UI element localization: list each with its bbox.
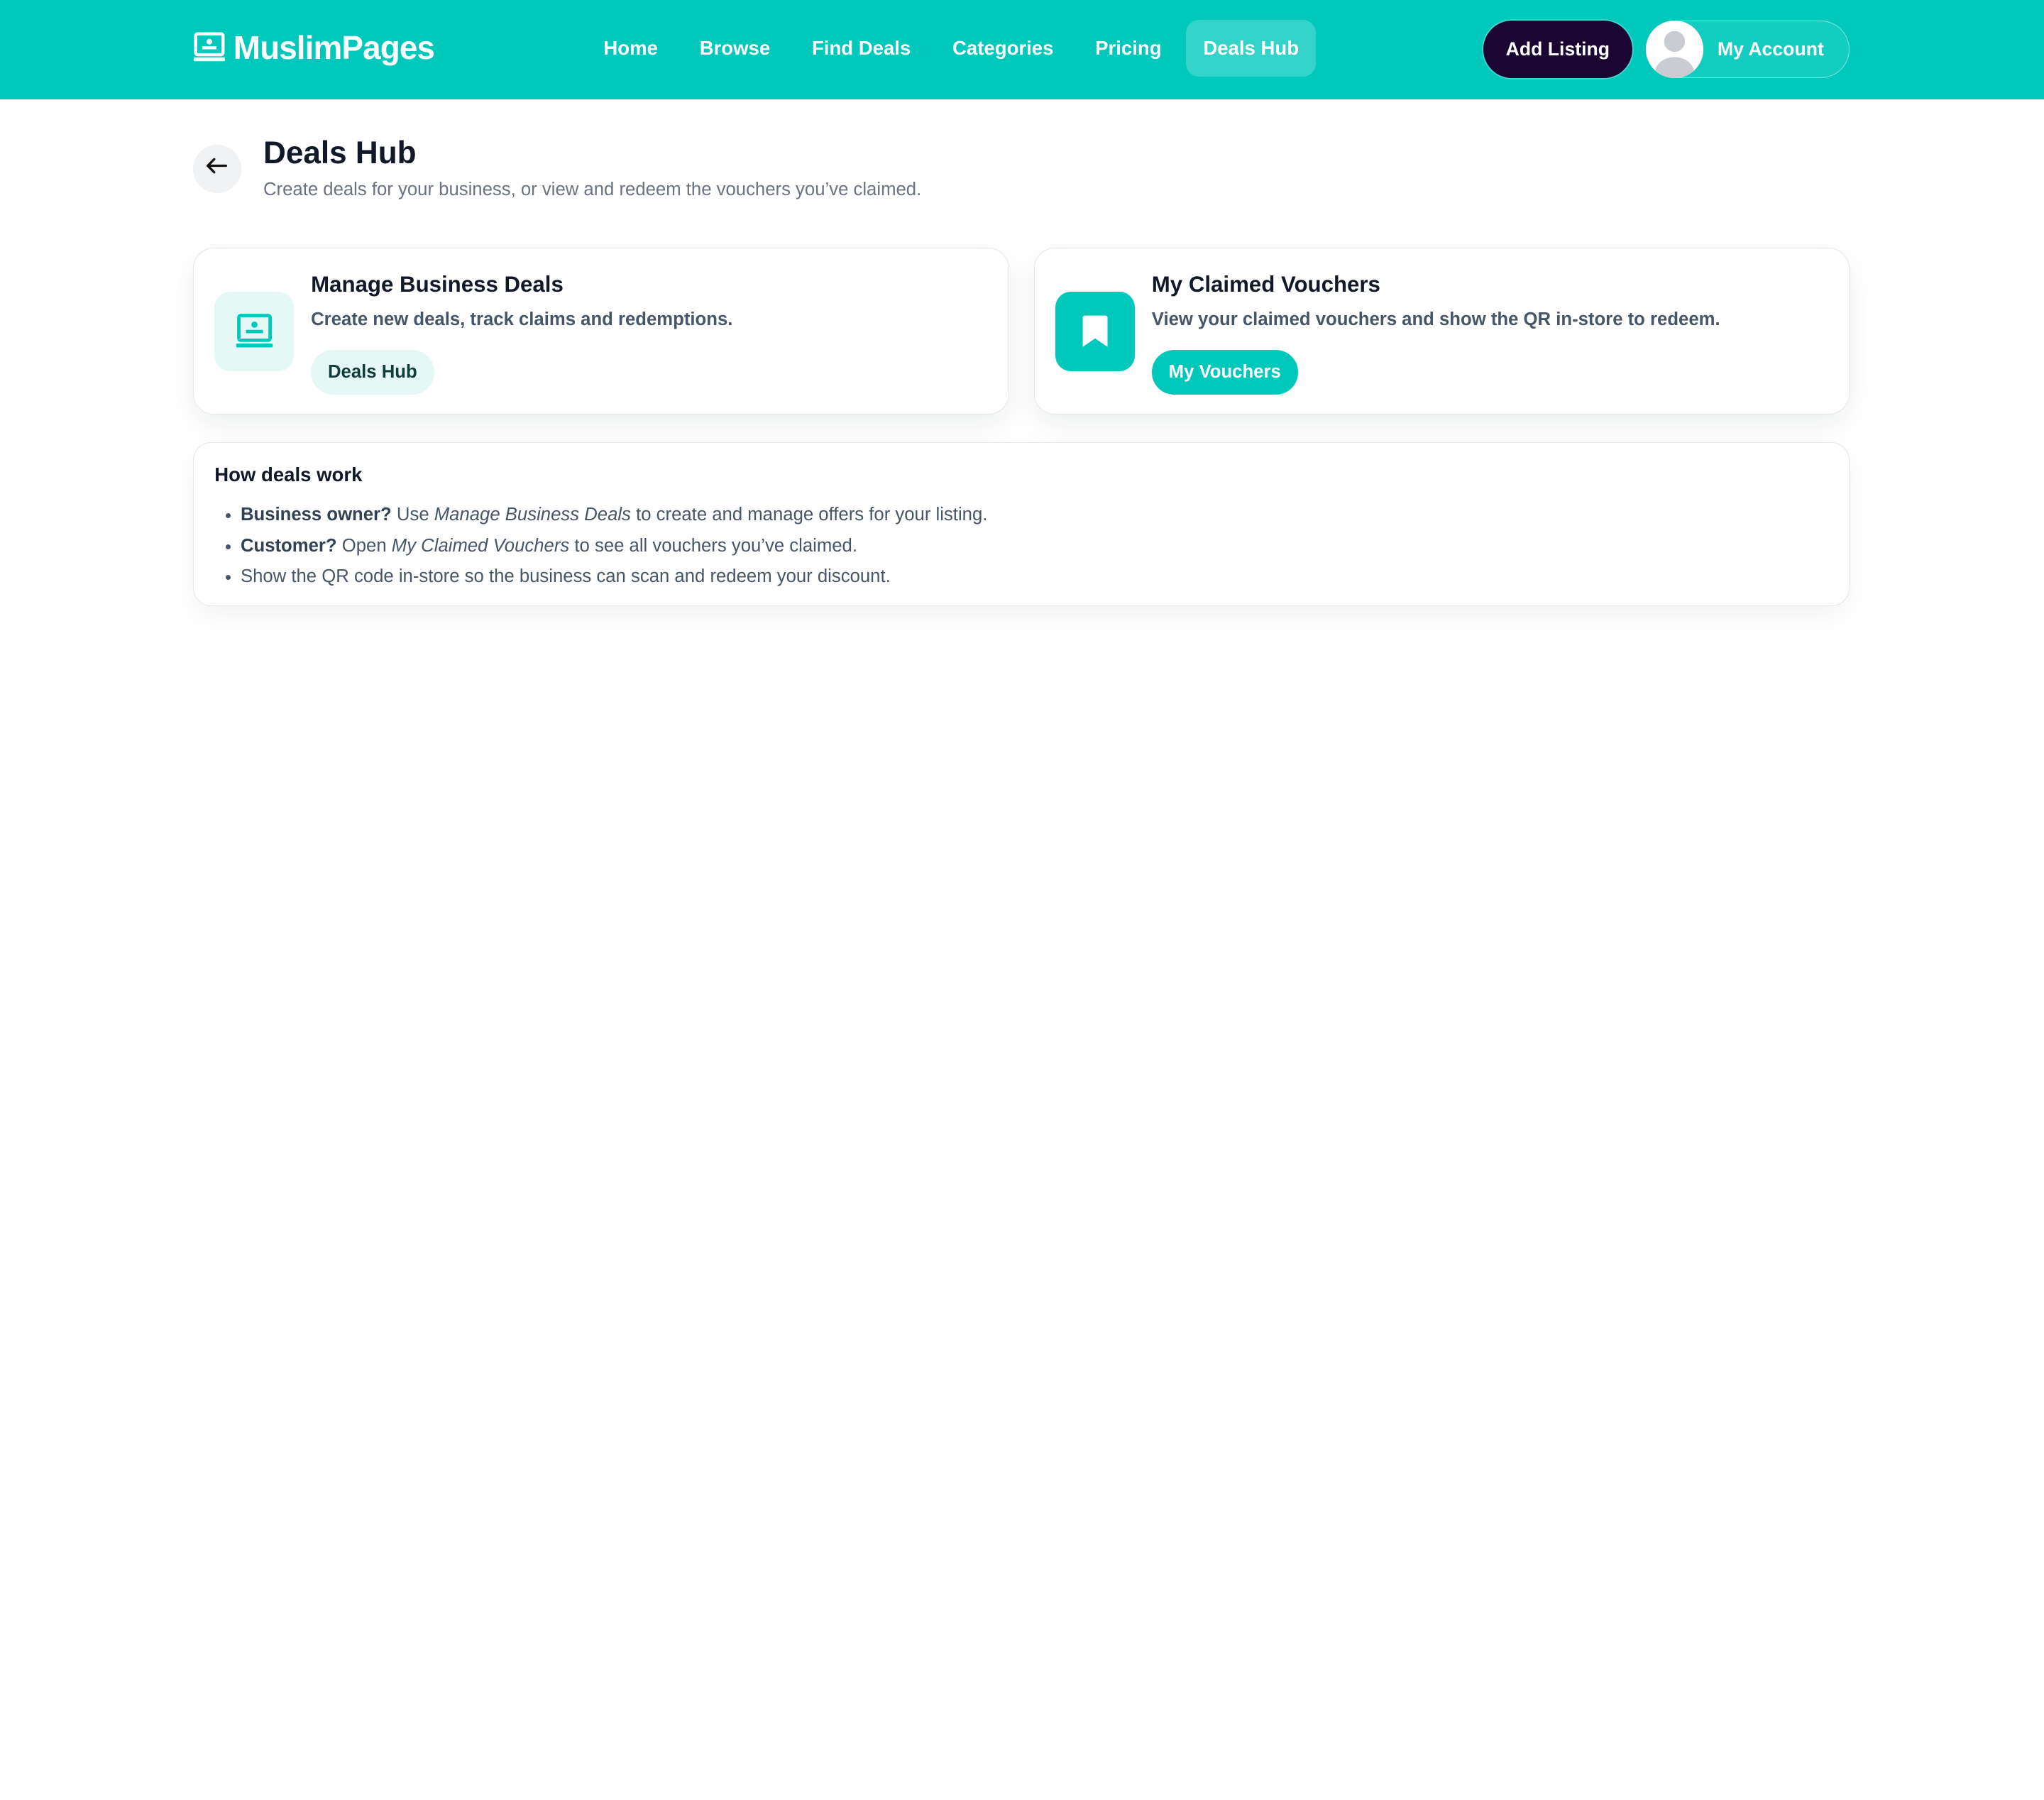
nav-find-deals[interactable]: Find Deals	[795, 20, 928, 77]
manage-deals-card: Manage Business Deals Create new deals, …	[192, 247, 1009, 415]
list-item: Show the QR code in-store so the busines…	[241, 561, 987, 592]
claimed-vouchers-desc: View your claimed vouchers and show the …	[1151, 309, 1720, 330]
brand-logo[interactable]: MuslimPages	[193, 28, 435, 67]
manage-deals-title: Manage Business Deals	[311, 272, 564, 297]
main-nav: Home Browse Find Deals Categories Pricin…	[587, 19, 1324, 77]
deals-hub-button[interactable]: Deals Hub	[311, 350, 434, 395]
claimed-vouchers-card: My Claimed Vouchers View your claimed vo…	[1033, 247, 1850, 415]
claimed-vouchers-title: My Claimed Vouchers	[1151, 272, 1380, 297]
laptop-book-icon	[193, 31, 226, 64]
how-title: How deals work	[214, 463, 363, 486]
nav-pricing[interactable]: Pricing	[1078, 20, 1178, 77]
nav-deals-hub[interactable]: Deals Hub	[1186, 19, 1316, 77]
my-account-label: My Account	[1717, 38, 1824, 60]
back-button[interactable]	[192, 144, 241, 193]
list-item: Customer? Open My Claimed Vouchers to se…	[241, 531, 987, 561]
nav-categories[interactable]: Categories	[935, 20, 1070, 77]
brand-name: MuslimPages	[233, 29, 435, 67]
how-list: Business owner? Use Manage Business Deal…	[241, 500, 987, 591]
nav-browse[interactable]: Browse	[683, 20, 787, 77]
arrow-left-icon	[205, 154, 229, 183]
page-title: Deals Hub	[263, 136, 417, 171]
avatar-icon	[1645, 21, 1703, 79]
dashboard-icon	[214, 291, 295, 371]
bookmark-icon	[1055, 291, 1135, 371]
add-listing-button[interactable]: Add Listing	[1483, 21, 1632, 79]
my-vouchers-button[interactable]: My Vouchers	[1151, 350, 1298, 395]
manage-deals-desc: Create new deals, track claims and redem…	[311, 309, 733, 330]
nav-home[interactable]: Home	[587, 20, 675, 77]
top-navbar: MuslimPages Home Browse Find Deals Categ…	[0, 0, 2044, 99]
list-item: Business owner? Use Manage Business Deal…	[241, 500, 987, 530]
my-account-button[interactable]: My Account	[1645, 21, 1850, 79]
how-deals-work: How deals work Business owner? Use Manag…	[192, 441, 1850, 607]
page-subtitle: Create deals for your business, or view …	[263, 180, 922, 200]
